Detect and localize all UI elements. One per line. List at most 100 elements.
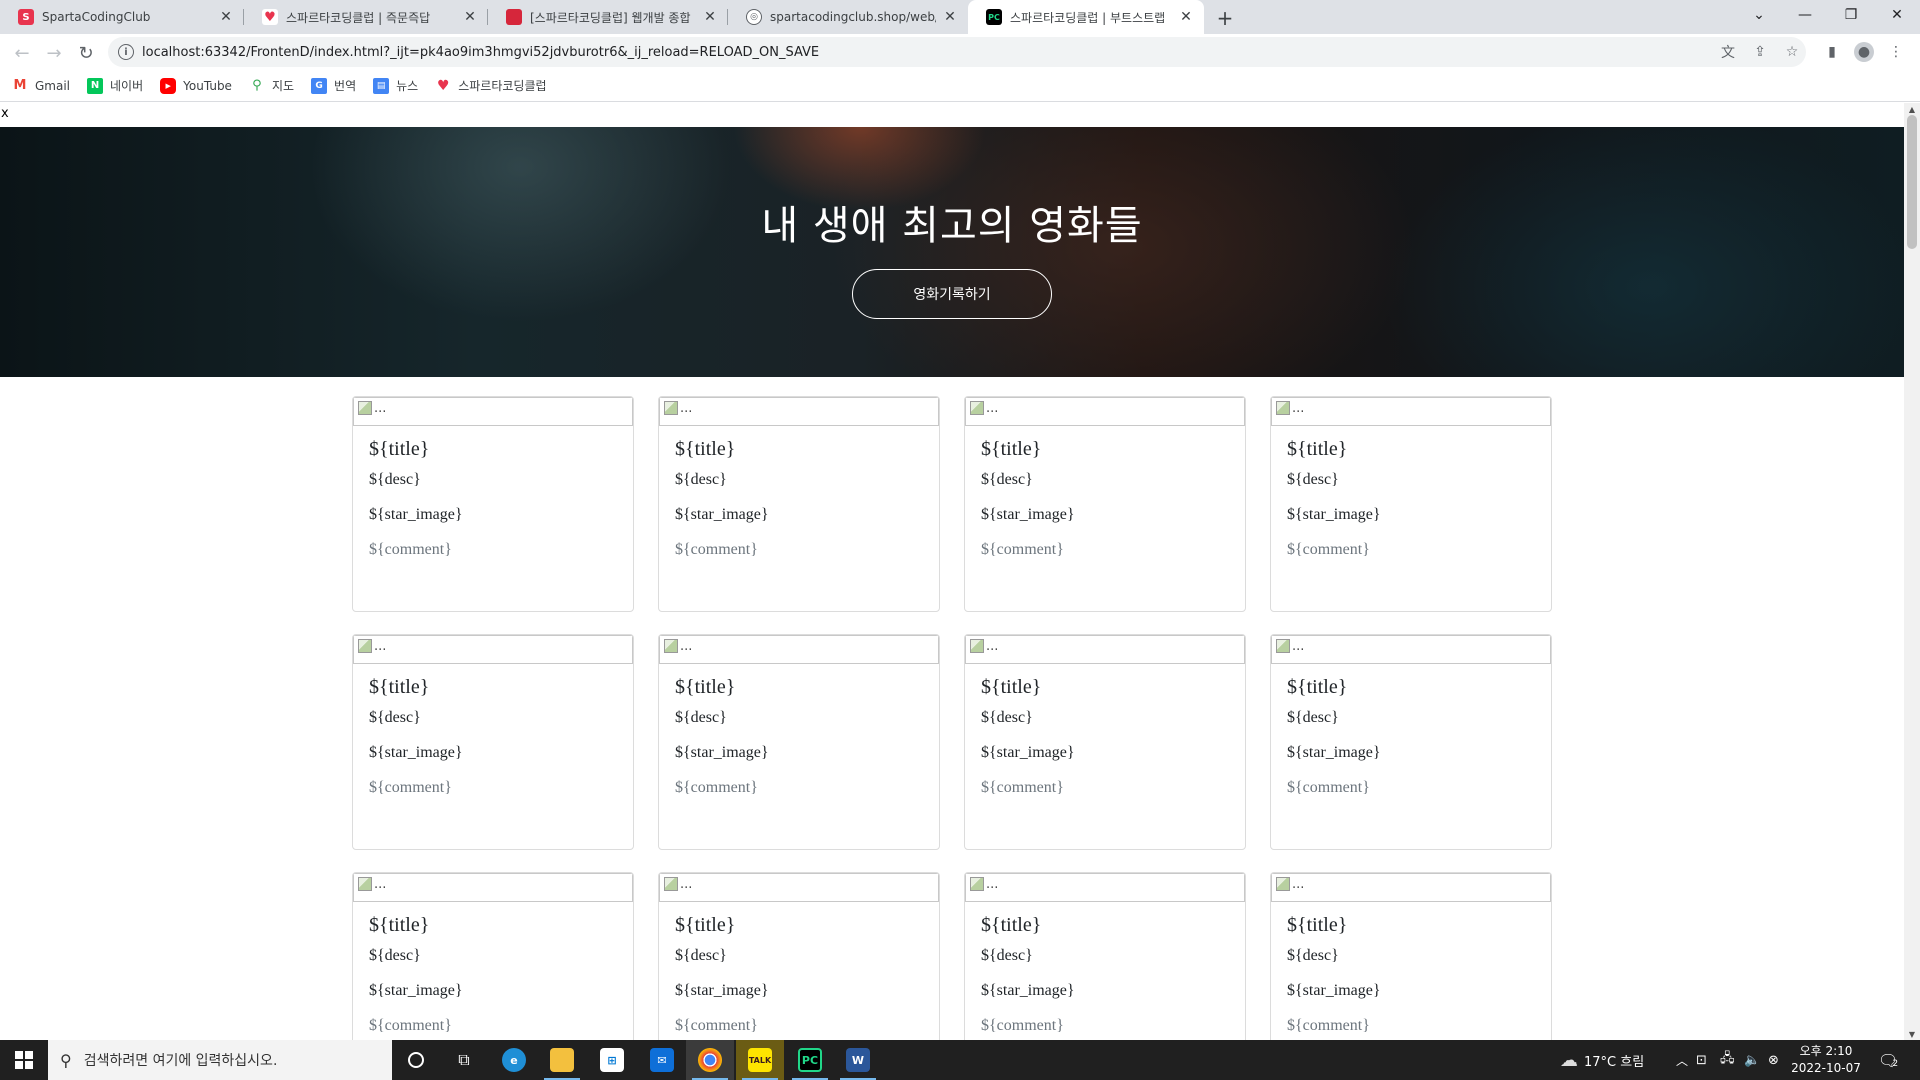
cortana-button[interactable] bbox=[392, 1040, 440, 1080]
profile-avatar-icon[interactable]: ● bbox=[1854, 42, 1874, 62]
globe-icon: ◎ bbox=[746, 9, 762, 25]
reload-icon[interactable]: ↻ bbox=[74, 41, 98, 65]
volume-icon[interactable]: 🔈 bbox=[1744, 1040, 1760, 1080]
translate-page-icon[interactable]: 文 bbox=[1718, 42, 1738, 62]
movie-poster-image: ... bbox=[1271, 397, 1551, 426]
movie-card: ... ${title} ${desc} ${star_image} ${comment… bbox=[964, 634, 1246, 850]
taskbar-chrome[interactable] bbox=[686, 1040, 734, 1080]
restore-window-button[interactable]: ❐ bbox=[1828, 0, 1874, 30]
browser-tab[interactable]: ◎ spartacodingclub.shop/web/api ✕ bbox=[728, 0, 968, 34]
card-body: ${title} ${desc} ${star_image} ${comment} bbox=[1271, 902, 1551, 1035]
taskbar-clock[interactable]: 오후 2:10 2022-10-07 bbox=[1786, 1043, 1866, 1077]
movie-card: ... ${title} ${desc} ${star_image} ${comment… bbox=[964, 872, 1246, 1040]
side-panel-icon[interactable]: ▮ bbox=[1822, 42, 1842, 62]
url-text[interactable]: localhost:63342/FrontenD/index.html?_ijt… bbox=[142, 45, 819, 60]
show-hidden-icons-chevron-icon[interactable]: ︿ bbox=[1676, 1040, 1688, 1080]
bookmark-star-icon[interactable]: ☆ bbox=[1782, 42, 1802, 62]
bookmark-sparta[interactable]: ♥ 스파르타코딩클럽 bbox=[435, 77, 547, 94]
scroll-up-arrow-icon[interactable]: ▲ bbox=[1904, 103, 1920, 115]
broken-image-icon bbox=[358, 401, 372, 415]
image-alt-text: ... bbox=[374, 877, 387, 892]
bookmark-maps[interactable]: ⚲ 지도 bbox=[249, 77, 294, 94]
card-star-rating: ${star_image} bbox=[981, 744, 1075, 761]
tab-search-chevron-icon[interactable]: ⌄ bbox=[1736, 0, 1782, 30]
bookmark-label: 지도 bbox=[271, 79, 295, 93]
card-title: ${title} bbox=[675, 914, 736, 936]
taskbar-search-box[interactable]: ⚲ 검색하려면 여기에 입력하십시오. bbox=[48, 1040, 392, 1080]
bookmark-news[interactable]: ▤ 뉴스 bbox=[373, 77, 418, 94]
taskbar-pycharm[interactable]: PC bbox=[786, 1040, 834, 1080]
forward-arrow-icon[interactable]: → bbox=[42, 41, 66, 65]
card-comment: ${comment} bbox=[675, 541, 758, 558]
pycharm-icon: PC bbox=[798, 1048, 822, 1072]
taskbar-edge[interactable]: e bbox=[490, 1040, 538, 1080]
taskbar-file-explorer[interactable] bbox=[538, 1040, 586, 1080]
taskbar-kakaotalk[interactable]: TALK bbox=[736, 1040, 784, 1080]
card-title: ${title} bbox=[1287, 676, 1348, 698]
card-title: ${title} bbox=[675, 676, 736, 698]
movie-card: ... ${title} ${desc} ${star_image} ${comment… bbox=[352, 396, 634, 612]
bookmark-youtube[interactable]: ▶ YouTube bbox=[160, 77, 232, 94]
taskbar-store[interactable]: ⊞ bbox=[588, 1040, 636, 1080]
browser-tab[interactable]: ♥ 스파르타코딩클럽 | 즉문즉답 ✕ bbox=[244, 0, 488, 34]
close-tab-icon[interactable]: ✕ bbox=[942, 9, 958, 25]
card-body: ${title} ${desc} ${star_image} ${comment} bbox=[965, 902, 1245, 1035]
card-body: ${title} ${desc} ${star_image} ${comment} bbox=[353, 426, 633, 559]
bookmark-label: Gmail bbox=[35, 78, 71, 93]
search-icon: ⚲ bbox=[60, 1050, 72, 1070]
chrome-icon bbox=[698, 1048, 722, 1072]
close-tab-icon[interactable]: ✕ bbox=[462, 9, 478, 25]
movie-card: ... ${title} ${desc} ${star_image} ${comment… bbox=[352, 872, 634, 1040]
movie-card-grid: ... ${title} ${desc} ${star_image} ${comment… bbox=[352, 396, 1553, 1040]
bookmark-label: 뉴스 bbox=[396, 79, 419, 93]
site-info-icon[interactable]: i bbox=[118, 44, 134, 60]
card-comment: ${comment} bbox=[1287, 779, 1370, 796]
movie-poster-image: ... bbox=[659, 873, 939, 902]
hero-banner: 내 생애 최고의 영화들 영화기록하기 bbox=[0, 127, 1904, 377]
bookmark-translate[interactable]: G 번역 bbox=[311, 77, 356, 94]
meet-now-icon[interactable]: ⊡ bbox=[1696, 1040, 1707, 1080]
card-comment: ${comment} bbox=[369, 541, 452, 558]
tab-title: 스파르타코딩클럽 | 부트스트랩 bbox=[1010, 10, 1166, 25]
taskbar-word[interactable]: W bbox=[834, 1040, 882, 1080]
record-movie-button[interactable]: 영화기록하기 bbox=[852, 269, 1052, 319]
ime-status-icon[interactable]: ⊗ bbox=[1768, 1040, 1779, 1080]
close-tab-icon[interactable]: ✕ bbox=[218, 9, 234, 25]
address-bar[interactable]: i localhost:63342/FrontenD/index.html?_i… bbox=[108, 37, 1806, 67]
movie-poster-image: ... bbox=[1271, 873, 1551, 902]
scrollbar-thumb[interactable] bbox=[1907, 115, 1917, 249]
card-star-rating: ${star_image} bbox=[369, 982, 463, 999]
browser-tab[interactable]: S SpartaCodingClub ✕ bbox=[0, 0, 244, 34]
more-menu-icon[interactable]: ⋮ bbox=[1886, 42, 1906, 62]
card-comment: ${comment} bbox=[1287, 541, 1370, 558]
browser-tab-active[interactable]: PC 스파르타코딩클럽 | 부트스트랩 ✕ bbox=[968, 0, 1204, 34]
network-icon[interactable]: 🖧 bbox=[1720, 1040, 1735, 1080]
task-view-button[interactable]: ⧉ bbox=[440, 1040, 488, 1080]
back-arrow-icon[interactable]: ← bbox=[10, 41, 34, 65]
minimize-window-button[interactable]: — bbox=[1782, 0, 1828, 30]
bookmark-naver[interactable]: N 네이버 bbox=[87, 77, 143, 94]
bookmark-label: 스파르타코딩클럽 bbox=[458, 79, 547, 93]
close-tab-icon[interactable]: ✕ bbox=[1178, 9, 1194, 25]
notification-center-button[interactable]: 🗨 2 bbox=[1878, 1040, 1898, 1080]
card-desc: ${desc} bbox=[1287, 709, 1339, 726]
close-window-button[interactable]: ✕ bbox=[1874, 0, 1920, 30]
card-body: ${title} ${desc} ${star_image} ${comment} bbox=[659, 902, 939, 1035]
broken-image-icon bbox=[664, 401, 678, 415]
bookmark-gmail[interactable]: M Gmail bbox=[12, 78, 70, 94]
card-body: ${title} ${desc} ${star_image} ${comment} bbox=[1271, 426, 1551, 559]
movie-poster-image: ... bbox=[1271, 635, 1551, 664]
gmail-icon: M bbox=[13, 78, 27, 93]
windows-start-button[interactable] bbox=[0, 1040, 48, 1080]
weather-widget[interactable]: ☁ 17°C 흐림 bbox=[1560, 1040, 1644, 1080]
broken-image-icon bbox=[1276, 639, 1290, 653]
share-icon[interactable]: ⇪ bbox=[1750, 42, 1770, 62]
taskbar-mail[interactable]: ✉ bbox=[638, 1040, 686, 1080]
card-star-rating: ${star_image} bbox=[1287, 982, 1381, 999]
scroll-down-arrow-icon[interactable]: ▼ bbox=[1904, 1028, 1920, 1040]
page-scrollbar[interactable]: ▲ ▼ bbox=[1904, 103, 1920, 1040]
notion-book-favicon-icon bbox=[506, 9, 522, 25]
close-tab-icon[interactable]: ✕ bbox=[702, 9, 718, 25]
new-tab-button[interactable]: + bbox=[1212, 5, 1238, 31]
browser-tab[interactable]: [스파르타코딩클럽] 웹개발 종합 ✕ bbox=[488, 0, 728, 34]
